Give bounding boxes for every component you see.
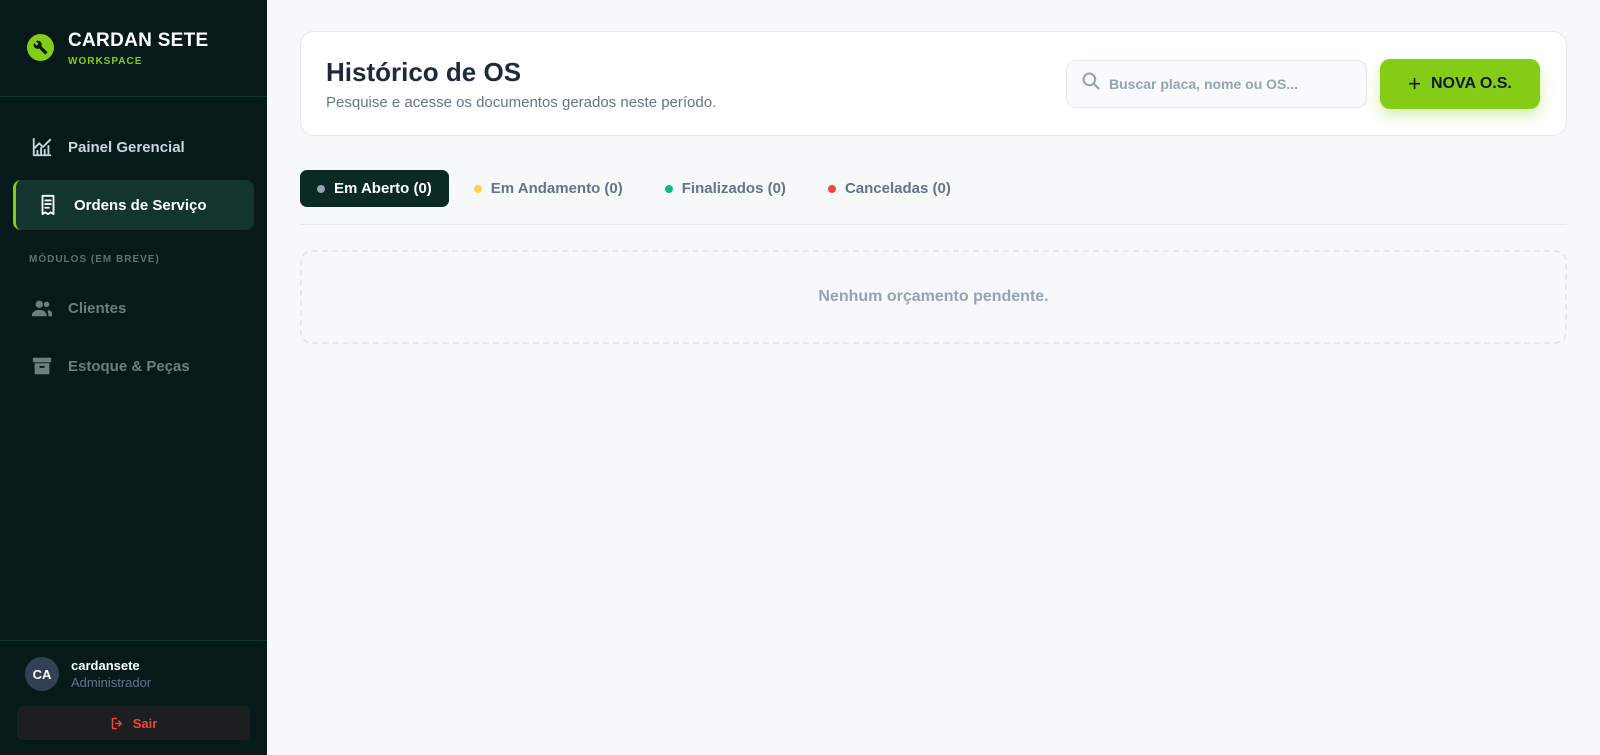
empty-state: Nenhum orçamento pendente.	[300, 250, 1567, 344]
brand: CARDAN SETE WORKSPACE	[0, 0, 267, 97]
search-box[interactable]	[1066, 59, 1367, 108]
sidebar: CARDAN SETE WORKSPACE Painel Gerencial O…	[0, 0, 267, 755]
tab-label: Em Aberto (0)	[334, 180, 432, 197]
wrench-icon	[27, 34, 54, 61]
status-dot	[317, 184, 325, 193]
sidebar-item-label: Clientes	[68, 299, 127, 317]
receipt-icon	[36, 193, 60, 217]
user-profile: CA cardansete Administrador	[25, 657, 250, 691]
empty-message: Nenhum orçamento pendente.	[818, 288, 1049, 305]
brand-title: CARDAN SETE	[68, 30, 209, 51]
header-card: Histórico de OS Pesquise e acesse os doc…	[300, 31, 1567, 136]
tab-label: Canceladas (0)	[844, 180, 951, 197]
chart-line-icon	[30, 135, 54, 159]
tab-label: Finalizados (0)	[681, 180, 786, 197]
archive-box-icon	[30, 354, 54, 378]
sidebar-nav: Painel Gerencial Ordens de Serviço MÓDUL…	[0, 97, 267, 399]
user-role: Administrador	[71, 675, 152, 690]
sidebar-item-label: Estoque & Peças	[68, 357, 190, 375]
sidebar-item-estoque-pecas[interactable]: Estoque & Peças	[13, 341, 254, 391]
logout-button[interactable]: Sair	[17, 706, 250, 740]
tab-em-andamento[interactable]: Em Andamento (0)	[457, 170, 640, 207]
sidebar-item-painel-gerencial[interactable]: Painel Gerencial	[13, 122, 254, 172]
search-input[interactable]	[1109, 75, 1349, 92]
status-tabs: Em Aberto (0) Em Andamento (0) Finalizad…	[300, 170, 1567, 207]
users-icon	[30, 296, 54, 320]
tabs-divider	[300, 224, 1567, 225]
avatar: CA	[25, 657, 59, 691]
sidebar-item-label: Ordens de Serviço	[74, 196, 207, 214]
new-os-label: NOVA O.S.	[1430, 74, 1512, 92]
brand-subtitle: WORKSPACE	[68, 56, 143, 67]
sidebar-footer: CA cardansete Administrador Sair	[0, 640, 267, 755]
search-icon	[1081, 71, 1101, 96]
sidebar-item-label: Painel Gerencial	[68, 138, 185, 156]
sidebar-item-ordens-de-servico[interactable]: Ordens de Serviço	[13, 180, 254, 230]
sidebar-item-clientes[interactable]: Clientes	[13, 283, 254, 333]
tab-em-aberto[interactable]: Em Aberto (0)	[300, 170, 449, 207]
logout-label: Sair	[132, 715, 158, 731]
tab-finalizados[interactable]: Finalizados (0)	[648, 170, 803, 207]
status-dot	[827, 184, 836, 193]
section-label: MÓDULOS (EM BREVE)	[29, 254, 160, 265]
user-name: cardansete	[71, 658, 140, 673]
status-dot	[664, 184, 673, 193]
plus-icon: +	[1408, 70, 1421, 96]
new-os-button[interactable]: + NOVA O.S.	[1380, 58, 1540, 109]
status-dot	[473, 184, 482, 193]
main-content: Histórico de OS Pesquise e acesse os doc…	[267, 0, 1600, 755]
tab-canceladas[interactable]: Canceladas (0)	[811, 170, 968, 207]
page-title: Histórico de OS	[326, 56, 522, 87]
tab-label: Em Andamento (0)	[490, 180, 623, 197]
page-subtitle: Pesquise e acesse os documentos gerados …	[326, 93, 717, 111]
logout-icon	[110, 716, 125, 731]
